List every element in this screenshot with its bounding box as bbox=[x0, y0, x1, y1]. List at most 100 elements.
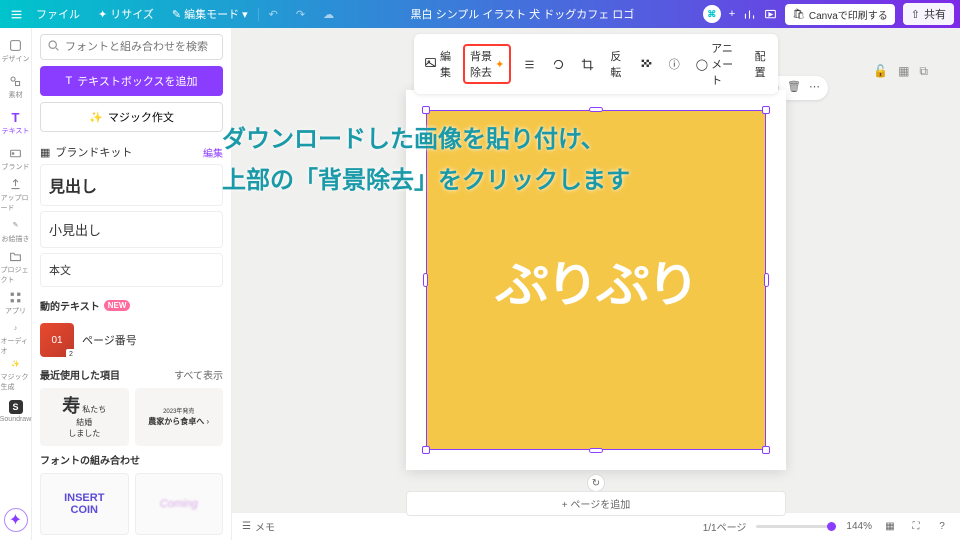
text-panel: Tテキストボックスを追加 ✨マジック作文 ▦ブランドキット 編集 見出し 小見出… bbox=[32, 28, 232, 540]
page-number-item[interactable]: 012 ページ番号 bbox=[40, 319, 223, 361]
ctx-info[interactable]: ⓘ bbox=[665, 54, 684, 74]
recent-item-1[interactable]: 寿 私たち結婚しました bbox=[40, 388, 129, 446]
rail-design[interactable]: デザイン bbox=[1, 34, 31, 68]
design-icon bbox=[9, 38, 23, 52]
handle-rm[interactable] bbox=[764, 273, 769, 287]
trash-icon[interactable]: 🗑 bbox=[787, 80, 801, 96]
combo-item-1[interactable]: INSERTCOIN bbox=[40, 473, 129, 535]
rail-apps[interactable]: アプリ bbox=[1, 286, 31, 320]
style-body[interactable]: 本文 bbox=[40, 253, 223, 287]
unlock-icon[interactable]: 🔓 bbox=[873, 64, 888, 79]
menu-edit-mode[interactable]: ✎編集モード▾ bbox=[164, 6, 256, 22]
brandkit-edit-link[interactable]: 編集 bbox=[203, 145, 223, 160]
apps-icon bbox=[9, 290, 23, 304]
folder-icon bbox=[9, 250, 23, 263]
menu-resize[interactable]: ✦リサイズ bbox=[90, 6, 162, 22]
more-icon[interactable]: ⋯ bbox=[809, 80, 820, 96]
zoom-value[interactable]: 144% bbox=[846, 521, 872, 532]
rail-brand[interactable]: ブランド bbox=[1, 142, 31, 176]
text-icon: T bbox=[65, 75, 72, 87]
ai-assistant-button[interactable]: ✦ bbox=[4, 508, 28, 532]
hamburger-icon[interactable] bbox=[6, 8, 26, 21]
rail-text[interactable]: Tテキスト bbox=[1, 106, 31, 140]
sparkle-icon: ✦ bbox=[495, 58, 504, 71]
brand-icon bbox=[9, 146, 23, 160]
text-puripuri: ぷりぷり bbox=[495, 245, 697, 315]
brandkit-icon: ▦ bbox=[40, 146, 50, 159]
font-combo-label: フォントの組み合わせ bbox=[40, 446, 223, 473]
page-indicator[interactable]: 1/1ページ bbox=[703, 519, 747, 534]
magic-write-button[interactable]: ✨マジック作文 bbox=[40, 102, 223, 132]
handle-lm[interactable] bbox=[423, 273, 428, 287]
ctx-animate[interactable]: ◯アニメート bbox=[692, 38, 743, 90]
icon-rail: デザイン 素材 Tテキスト ブランド アップロード ✎お絵描き プロジェクト ア… bbox=[0, 28, 32, 540]
plus-icon[interactable]: + bbox=[729, 8, 735, 20]
magic-icon: ✨ bbox=[9, 358, 23, 370]
edit-image-icon bbox=[424, 56, 437, 72]
help-icon[interactable]: ? bbox=[934, 521, 950, 532]
grid-view-icon[interactable]: ▦ bbox=[882, 521, 898, 532]
handle-tm[interactable] bbox=[589, 107, 603, 112]
canva-logo-icon[interactable]: ⌘ bbox=[703, 5, 721, 23]
rail-draw[interactable]: ✎お絵描き bbox=[1, 214, 31, 248]
zoom-slider[interactable] bbox=[756, 525, 836, 528]
recent-item-2[interactable]: 2023年発売農家から食卓へ › bbox=[135, 388, 224, 446]
handle-bm[interactable] bbox=[589, 448, 603, 453]
doc-title[interactable]: 黒白 シンプル イラスト 犬 ドッグカフェ ロゴ bbox=[411, 6, 635, 22]
fullscreen-icon[interactable]: ⛶ bbox=[908, 521, 924, 532]
print-icon: 🛍 bbox=[792, 9, 805, 20]
bottom-bar: ☰メモ 1/1ページ 144% ▦ ⛶ ? bbox=[232, 512, 960, 540]
memo-icon: ☰ bbox=[242, 521, 251, 532]
search-box[interactable] bbox=[40, 34, 223, 60]
cloud-sync-icon[interactable]: ☁ bbox=[315, 8, 342, 21]
share-button[interactable]: ⇧共有 bbox=[903, 3, 954, 25]
ctx-edit[interactable]: 編集 bbox=[420, 46, 455, 82]
ctx-position[interactable]: 配置 bbox=[751, 46, 772, 82]
animate-icon: ◯ bbox=[696, 58, 708, 71]
instruction-overlay: ダウンロードした画像を貼り付け、 上部の「背景除去」をクリックします bbox=[222, 120, 630, 202]
dynamic-text-label: 動的テキスト bbox=[40, 298, 100, 313]
handle-tl[interactable] bbox=[422, 106, 430, 114]
undo-button[interactable]: ↶ bbox=[258, 8, 286, 21]
upload-icon bbox=[9, 178, 23, 191]
add-page-button[interactable]: + ページを追加 bbox=[406, 491, 786, 516]
handle-tr[interactable] bbox=[762, 106, 770, 114]
search-icon bbox=[47, 39, 60, 55]
menu-file[interactable]: ファイル bbox=[28, 6, 88, 22]
rail-project[interactable]: プロジェクト bbox=[1, 250, 31, 284]
add-textbox-button[interactable]: Tテキストボックスを追加 bbox=[40, 66, 223, 96]
page-number-thumb: 012 bbox=[40, 323, 74, 357]
share-icon: ⇧ bbox=[911, 8, 920, 21]
redo-button[interactable]: ↷ bbox=[288, 8, 313, 21]
ctx-crop[interactable] bbox=[577, 56, 598, 73]
combo-item-2[interactable]: Coming bbox=[135, 473, 224, 535]
recent-label: 最近使用した項目 bbox=[40, 365, 120, 384]
reset-button[interactable]: ↻ bbox=[587, 474, 605, 492]
ctx-flip[interactable]: 反転 bbox=[606, 46, 627, 82]
rail-magic[interactable]: ✨マジック生成 bbox=[1, 358, 31, 392]
style-heading[interactable]: 見出し bbox=[40, 164, 223, 206]
ctx-bg-remove[interactable]: 背景除去✦ bbox=[463, 44, 511, 84]
print-button[interactable]: 🛍Canvaで印刷する bbox=[785, 4, 895, 25]
rail-elements[interactable]: 素材 bbox=[1, 70, 31, 104]
pencil-icon: ✎ bbox=[172, 8, 181, 21]
grid-icon[interactable]: ▦ bbox=[898, 64, 909, 79]
chart-icon[interactable] bbox=[743, 8, 756, 21]
ctx-align[interactable] bbox=[519, 56, 540, 73]
handle-br[interactable] bbox=[762, 446, 770, 454]
canvas-area: 編集 背景除去✦ 反転 ⓘ ◯アニメート 配置 🔓 ▦ ⧉ ↻ ⿻ ⿻ bbox=[232, 28, 960, 540]
style-subheading[interactable]: 小見出し bbox=[40, 211, 223, 248]
copy-page-icon[interactable]: ⧉ bbox=[919, 64, 928, 79]
rail-audio[interactable]: ♪オーディオ bbox=[1, 322, 31, 356]
memo-button[interactable]: ☰メモ bbox=[242, 519, 275, 534]
rail-upload[interactable]: アップロード bbox=[1, 178, 31, 212]
ctx-transparency[interactable] bbox=[636, 56, 657, 73]
search-input[interactable] bbox=[65, 41, 216, 53]
draw-icon: ✎ bbox=[9, 218, 23, 232]
ctx-rotate[interactable] bbox=[548, 56, 569, 73]
handle-bl[interactable] bbox=[422, 446, 430, 454]
show-all-link[interactable]: すべて表示 bbox=[174, 367, 223, 382]
present-icon[interactable] bbox=[764, 8, 777, 21]
page-number-label: ページ番号 bbox=[82, 332, 137, 348]
rail-soundraw[interactable]: SSoundraw bbox=[1, 394, 31, 428]
